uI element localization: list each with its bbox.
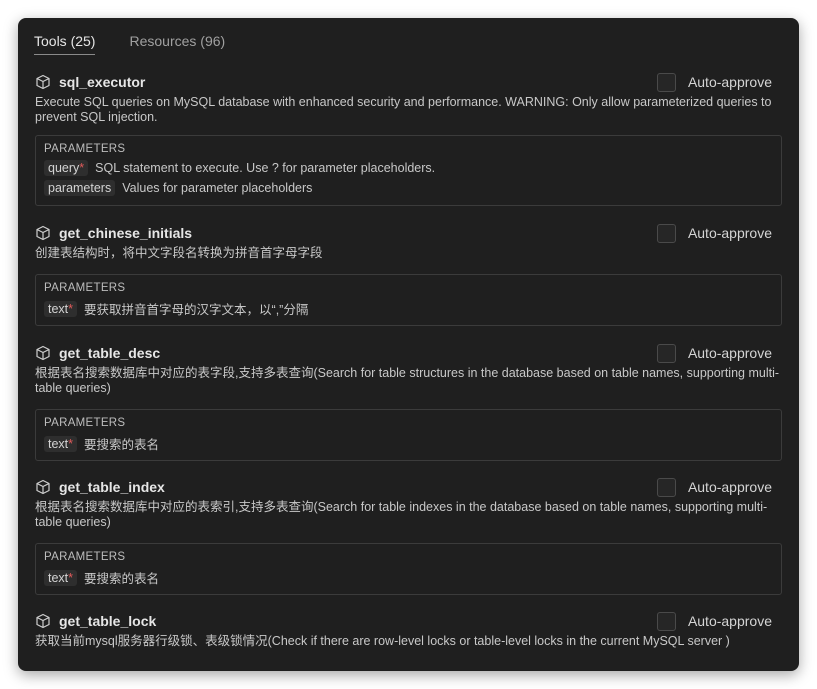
tool-item-get-table-lock: get_table_lock Auto-approve 获取当前mysql服务器… xyxy=(35,610,782,649)
auto-approve-toggle[interactable]: Auto-approve xyxy=(656,222,772,244)
tool-name: get_chinese_initials xyxy=(59,225,193,241)
auto-approve-label: Auto-approve xyxy=(687,345,772,361)
required-marker: * xyxy=(68,301,74,316)
tool-description: 获取当前mysql服务器行级锁、表级锁情况(Check if there are… xyxy=(35,634,730,648)
parameters-heading: PARAMETERS xyxy=(44,417,126,429)
parameters-box: PARAMETERS query* SQL statement to execu… xyxy=(35,135,782,206)
parameters-heading: PARAMETERS xyxy=(44,143,126,155)
cube-icon xyxy=(35,345,51,361)
parameters-box: PARAMETERS text* 要搜索的表名 xyxy=(35,543,782,595)
tool-header: get_chinese_initials Auto-approve xyxy=(35,222,782,244)
cube-icon xyxy=(35,225,51,241)
auto-approve-label: Auto-approve xyxy=(687,74,772,90)
auto-approve-label: Auto-approve xyxy=(687,225,772,241)
mcp-tools-panel: Tools (25) Resources (96) sql_executor A… xyxy=(18,18,799,671)
tool-name: get_table_lock xyxy=(59,613,157,629)
tab-tools[interactable]: Tools (25) xyxy=(34,32,96,55)
tab-bar: Tools (25) Resources (96) xyxy=(34,32,225,56)
tool-description: 创建表结构时，将中文字段名转换为拼音首字母字段 xyxy=(35,246,323,260)
tab-resources[interactable]: Resources (96) xyxy=(129,32,225,54)
tool-header: get_table_desc Auto-approve xyxy=(35,342,782,364)
param-row: text* 要搜索的表名 xyxy=(44,434,159,453)
param-description: 要搜索的表名 xyxy=(84,438,160,452)
required-marker: * xyxy=(79,161,85,175)
auto-approve-checkbox[interactable] xyxy=(656,343,676,363)
auto-approve-checkbox[interactable] xyxy=(656,477,676,497)
auto-approve-checkbox[interactable] xyxy=(656,611,676,631)
param-description: SQL statement to execute. Use ? for para… xyxy=(95,161,436,175)
param-name: text* xyxy=(44,300,78,317)
parameters-box: PARAMETERS text* 要获取拼音首字母的汉字文本，以“,”分隔 xyxy=(35,274,782,326)
tool-name: get_table_desc xyxy=(59,345,161,361)
tool-item-sql-executor: sql_executor Auto-approve Execute SQL qu… xyxy=(35,71,782,206)
required-marker: * xyxy=(68,436,74,451)
cube-icon xyxy=(35,479,51,495)
param-row: parameters Values for parameter placehol… xyxy=(44,180,312,196)
param-name: parameters xyxy=(44,180,116,196)
auto-approve-toggle[interactable]: Auto-approve xyxy=(656,610,772,632)
tool-item-get-table-desc: get_table_desc Auto-approve 根据表名搜索数据库中对应… xyxy=(35,342,782,461)
tool-description: 根据表名搜索数据库中对应的表字段,支持多表查询(Search for table… xyxy=(35,366,780,395)
param-name: text* xyxy=(44,569,78,586)
tool-header: get_table_lock Auto-approve xyxy=(35,610,782,632)
param-row: query* SQL statement to execute. Use ? f… xyxy=(44,160,435,176)
tool-description: Execute SQL queries on MySQL database wi… xyxy=(35,95,772,124)
param-name: query* xyxy=(44,160,89,176)
tool-description: 根据表名搜索数据库中对应的表索引,支持多表查询(Search for table… xyxy=(35,500,768,529)
auto-approve-toggle[interactable]: Auto-approve xyxy=(656,342,772,364)
tool-item-get-chinese-initials: get_chinese_initials Auto-approve 创建表结构时… xyxy=(35,222,782,326)
auto-approve-label: Auto-approve xyxy=(687,613,772,629)
param-row: text* 要搜索的表名 xyxy=(44,568,159,587)
tool-name: get_table_index xyxy=(59,479,165,495)
auto-approve-toggle[interactable]: Auto-approve xyxy=(656,71,772,93)
cube-icon xyxy=(35,74,51,90)
param-name: text* xyxy=(44,435,78,452)
tool-item-get-table-index: get_table_index Auto-approve 根据表名搜索数据库中对… xyxy=(35,476,782,595)
tool-header: sql_executor Auto-approve xyxy=(35,71,782,93)
param-row: text* 要获取拼音首字母的汉字文本，以“,”分隔 xyxy=(44,299,308,318)
tool-name: sql_executor xyxy=(59,74,146,90)
auto-approve-checkbox[interactable] xyxy=(656,223,676,243)
auto-approve-checkbox[interactable] xyxy=(656,72,676,92)
auto-approve-label: Auto-approve xyxy=(687,479,772,495)
cube-icon xyxy=(35,613,51,629)
param-description: 要获取拼音首字母的汉字文本，以“,”分隔 xyxy=(84,303,309,317)
tool-header: get_table_index Auto-approve xyxy=(35,476,782,498)
auto-approve-toggle[interactable]: Auto-approve xyxy=(656,476,772,498)
parameters-box: PARAMETERS text* 要搜索的表名 xyxy=(35,409,782,461)
param-description: Values for parameter placeholders xyxy=(122,181,313,195)
required-marker: * xyxy=(68,570,74,585)
param-description: 要搜索的表名 xyxy=(84,572,160,586)
parameters-heading: PARAMETERS xyxy=(44,551,126,563)
parameters-heading: PARAMETERS xyxy=(44,282,126,294)
